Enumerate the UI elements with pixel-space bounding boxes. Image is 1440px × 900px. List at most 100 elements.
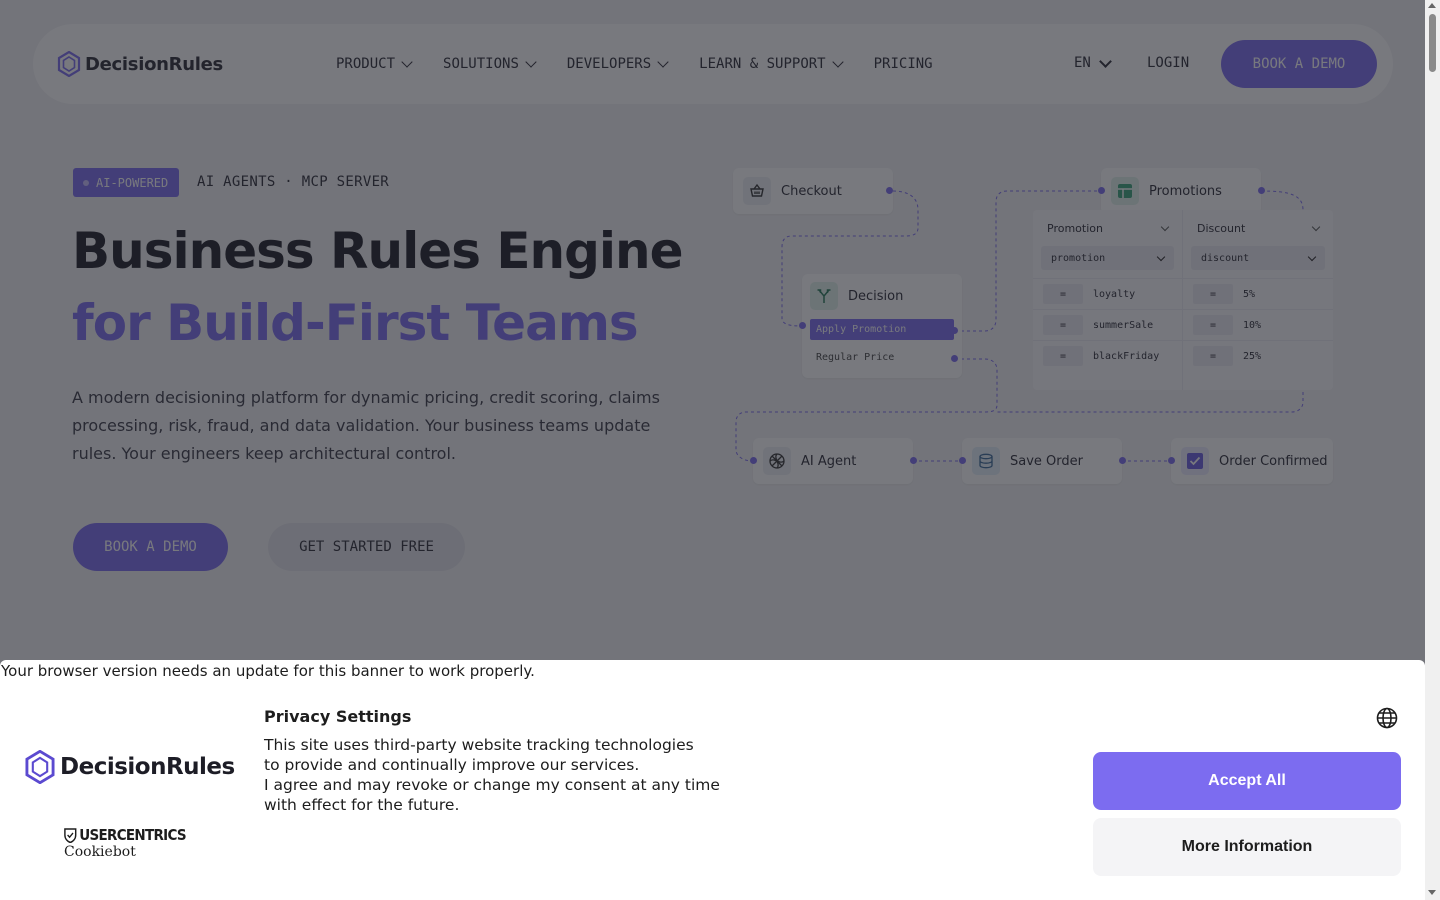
usercentrics-logo[interactable]: USERCENTRICS Cookiebot xyxy=(64,826,199,860)
accept-all-button[interactable]: Accept All xyxy=(1093,752,1401,810)
nav-item-label: SOLUTIONS xyxy=(443,56,519,72)
table-column-discount: Discount discount = 5% = 10% = 25% xyxy=(1183,210,1333,390)
more-information-button[interactable]: More Information xyxy=(1093,818,1401,876)
ai-powered-badge: AI-POWERED xyxy=(73,168,180,197)
login-link[interactable]: LOGIN xyxy=(1147,55,1189,71)
node-decision: Decision Apply Promotion Regular Price xyxy=(799,274,962,378)
nav-item-learn-support[interactable]: LEARN & SUPPORT xyxy=(699,56,844,72)
table-row: = loyalty xyxy=(1033,278,1182,309)
cell-value: 25% xyxy=(1243,350,1262,362)
chevron-down-icon xyxy=(1160,222,1170,231)
language-label: EN xyxy=(1074,55,1091,71)
operator-cell: = xyxy=(1043,315,1083,335)
node-promotions: Promotions xyxy=(1098,168,1265,214)
node-label: Decision xyxy=(848,288,904,304)
checkbox-checked-icon xyxy=(1181,447,1209,475)
column-header-label: Promotion xyxy=(1047,221,1103,235)
port-dot xyxy=(951,327,958,334)
chevron-down-icon xyxy=(1156,252,1166,261)
privacy-settings-title: Privacy Settings xyxy=(264,707,412,726)
logo-text: DecisionRules xyxy=(85,53,223,75)
nav-item-label: PRODUCT xyxy=(336,56,396,72)
flow-diagram: Checkout Promotions Promotion promotion xyxy=(720,150,1360,510)
nav-item-developers[interactable]: DEVELOPERS xyxy=(566,56,669,72)
node-label: Checkout xyxy=(781,183,842,199)
port-dot xyxy=(750,457,757,464)
table-row: = 25% xyxy=(1183,340,1333,371)
language-selector[interactable]: EN xyxy=(1074,54,1112,71)
hero-title-line1: Business Rules Engine xyxy=(72,222,684,280)
nav-item-pricing[interactable]: PRICING xyxy=(874,56,933,72)
privacy-text-line: with effect for the future. xyxy=(264,796,460,814)
hero-book-demo-button[interactable]: BOOK A DEMO xyxy=(73,523,228,571)
column-select[interactable]: promotion xyxy=(1041,246,1174,270)
table-row: = 10% xyxy=(1183,309,1333,340)
scrollbar-thumb[interactable] xyxy=(1429,14,1436,72)
node-label: AI Agent xyxy=(801,453,857,469)
node-order-confirmed: Order Confirmed xyxy=(1168,438,1333,484)
language-globe-icon[interactable] xyxy=(1376,707,1398,733)
vertical-scrollbar[interactable] xyxy=(1425,0,1440,900)
column-header-label: Discount xyxy=(1197,221,1246,235)
chevron-down-icon xyxy=(1098,54,1112,68)
privacy-text-line: I agree and may revoke or change my cons… xyxy=(264,776,720,794)
usercentrics-label: USERCENTRICS xyxy=(79,826,186,844)
basket-icon xyxy=(743,177,771,205)
operator-cell: = xyxy=(1043,346,1083,366)
table-row: = blackFriday xyxy=(1033,340,1182,371)
nav-item-label: PRICING xyxy=(873,56,933,72)
hero-description: A modern decisioning platform for dynami… xyxy=(72,388,660,463)
cell-value: summerSale xyxy=(1093,319,1154,331)
nav-item-label: DEVELOPERS xyxy=(566,56,652,72)
usercentrics-logo-top: USERCENTRICS xyxy=(64,826,187,844)
cell-value: 10% xyxy=(1243,319,1262,331)
chevron-down-icon xyxy=(1311,222,1321,231)
operator-cell: = xyxy=(1193,346,1233,366)
top-navigation: DecisionRules PRODUCT SOLUTIONS DEVELOPE… xyxy=(33,24,1393,104)
cell-value: 5% xyxy=(1243,288,1256,300)
get-started-free-button[interactable]: GET STARTED FREE xyxy=(268,523,465,571)
privacy-settings-text: This site uses third-party website track… xyxy=(264,735,784,815)
decision-option-apply-promotion: Apply Promotion xyxy=(810,319,954,340)
port-dot xyxy=(1168,457,1175,464)
privacy-text-line: This site uses third-party website track… xyxy=(264,736,694,754)
select-value: discount xyxy=(1201,252,1250,264)
table-column-promotion: Promotion promotion = loyalty = summerSale… xyxy=(1033,210,1183,390)
port-dot xyxy=(959,457,966,464)
column-select[interactable]: discount xyxy=(1191,246,1325,270)
scroll-down-arrow-icon[interactable] xyxy=(1428,890,1436,895)
operator-cell: = xyxy=(1043,284,1083,304)
node-checkout: Checkout xyxy=(733,168,893,214)
chevron-down-icon xyxy=(401,56,413,68)
hero-title-line2: for Build-First Teams xyxy=(72,294,639,352)
port-dot xyxy=(951,355,958,362)
browser-update-warning: Your browser version needs an update for… xyxy=(1,662,535,680)
node-save-order: Save Order xyxy=(959,438,1126,484)
ai-agent-icon xyxy=(763,447,791,475)
nav-item-product[interactable]: PRODUCT xyxy=(336,56,413,72)
table-icon xyxy=(1111,177,1139,205)
port-dot xyxy=(886,187,893,194)
operator-cell: = xyxy=(1193,315,1233,335)
node-label: Save Order xyxy=(1010,453,1083,469)
nav-item-label: LEARN & SUPPORT xyxy=(699,56,826,72)
logo[interactable]: DecisionRules xyxy=(57,51,223,77)
table-row: = summerSale xyxy=(1033,309,1182,340)
node-label: Order Confirmed xyxy=(1219,453,1328,469)
table-header: Discount xyxy=(1183,210,1333,246)
badge-side-text: AI AGENTS · MCP SERVER xyxy=(197,174,390,190)
shield-icon xyxy=(64,827,77,843)
database-icon xyxy=(972,447,1000,475)
book-demo-button[interactable]: BOOK A DEMO xyxy=(1221,40,1377,88)
banner-logo-text: DecisionRules xyxy=(60,754,235,780)
chevron-down-icon xyxy=(525,56,537,68)
chevron-down-icon xyxy=(1307,252,1317,261)
branch-icon xyxy=(810,282,838,310)
scroll-up-arrow-icon[interactable] xyxy=(1428,3,1436,8)
port-dot xyxy=(799,322,806,329)
privacy-text-line: to provide and continually improve our s… xyxy=(264,756,640,774)
nav-item-solutions[interactable]: SOLUTIONS xyxy=(443,56,537,72)
promotion-decision-table: Promotion promotion = loyalty = summerSale… xyxy=(1033,210,1333,390)
decision-option-regular-price: Regular Price xyxy=(816,352,895,363)
cell-value: loyalty xyxy=(1093,288,1136,300)
